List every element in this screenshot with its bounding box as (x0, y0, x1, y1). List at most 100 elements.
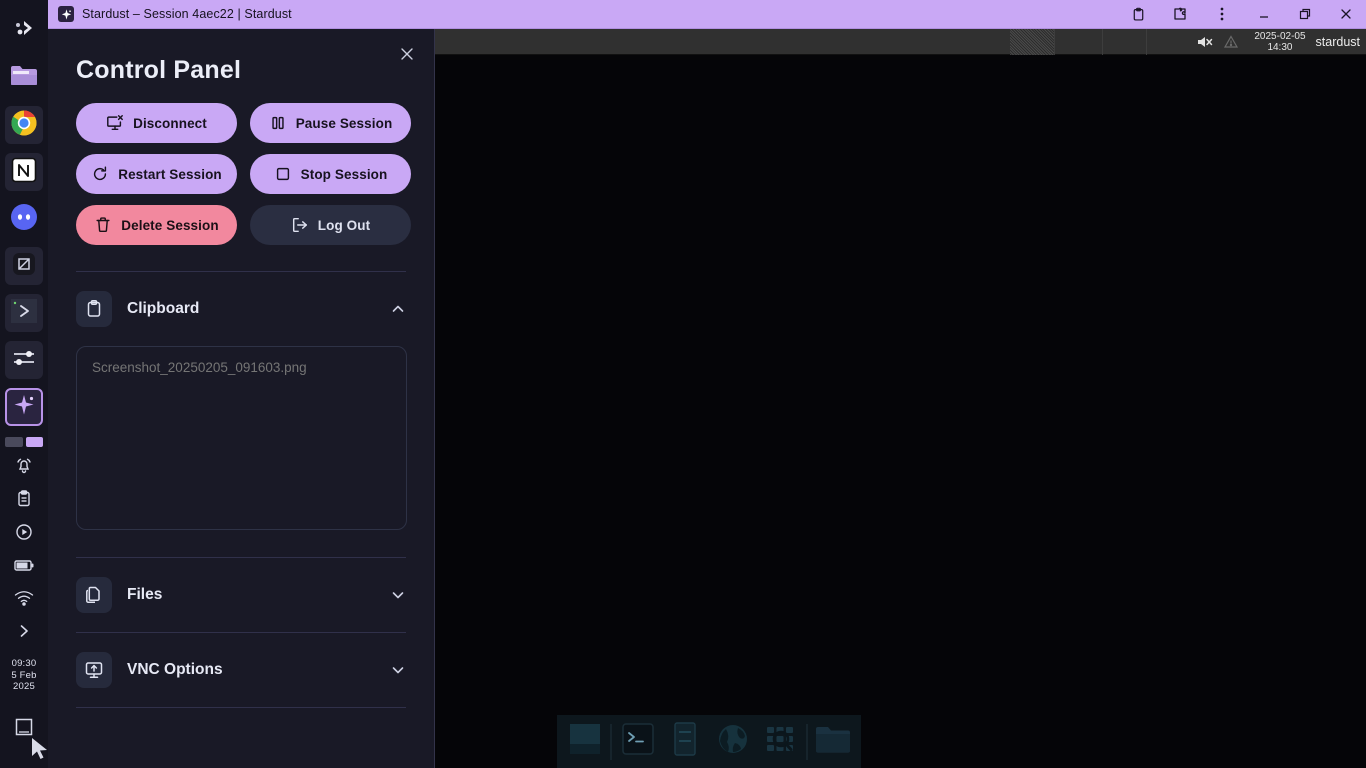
remote-topbar: 2025-02-05 14:30 stardust (435, 28, 1366, 55)
titlebar-extensions-button[interactable] (1159, 0, 1201, 29)
dock-item-obsidian[interactable] (5, 247, 43, 285)
remote-topbar-slot-1[interactable] (1054, 28, 1102, 55)
remote-clock[interactable]: 2025-02-05 14:30 (1244, 31, 1315, 53)
remote-topbar-slot-3[interactable] (1146, 28, 1192, 55)
tray-expand-icon (15, 622, 33, 645)
tray-battery[interactable] (5, 554, 43, 580)
app-search-icon (763, 722, 797, 761)
remote-user-label[interactable]: stardust (1316, 35, 1366, 49)
globe-browser-icon (716, 722, 750, 761)
control-panel: Control Panel Disconnect Pause Session R… (48, 29, 435, 768)
notifications-icon (14, 456, 34, 481)
dock-item-discord[interactable] (5, 200, 43, 238)
restart-session-button[interactable]: Restart Session (76, 154, 237, 194)
tray-clock-day: 5 Feb (11, 669, 37, 681)
media-player-icon (14, 522, 34, 547)
delete-session-button[interactable]: Delete Session (76, 205, 237, 245)
chevron-down-icon-vnc[interactable] (390, 662, 406, 678)
disconnect-label: Disconnect (133, 115, 207, 131)
pause-icon (269, 114, 287, 132)
dock-book[interactable] (664, 721, 707, 763)
dock-folder[interactable] (812, 721, 855, 763)
tray-separator (5, 436, 43, 448)
restart-session-label: Restart Session (118, 166, 222, 182)
window-titlebar[interactable]: Stardust – Session 4aec22 | Stardust (48, 0, 1366, 29)
titlebar-clipboard-button[interactable] (1117, 0, 1159, 29)
volume-muted-icon[interactable] (1192, 34, 1218, 50)
log-out-button[interactable]: Log Out (250, 205, 411, 245)
remote-dock (557, 715, 861, 768)
chevron-up-icon[interactable] (390, 301, 406, 317)
dock-app-search[interactable] (758, 721, 801, 763)
dock-item-settings[interactable] (5, 341, 43, 379)
book-app-icon (670, 721, 700, 762)
minimize-button[interactable] (1243, 0, 1284, 29)
discord-icon (9, 202, 39, 237)
obsidian-icon (11, 251, 37, 282)
left-dock: 09:30 5 Feb 2025 (0, 0, 48, 768)
kde-menu-icon (11, 16, 37, 47)
settings-icon (10, 345, 38, 376)
dock-item-file-manager[interactable] (5, 59, 43, 97)
warning-triangle-icon[interactable] (1218, 34, 1244, 50)
remote-clock-time: 14:30 (1267, 41, 1293, 53)
titlebar-more-menu-button[interactable] (1201, 0, 1243, 29)
tray-clock[interactable]: 09:30 5 Feb 2025 (11, 658, 36, 693)
dock-item-stardust[interactable] (5, 388, 43, 426)
tray-expand[interactable] (5, 620, 43, 646)
battery-icon (12, 556, 36, 579)
stardust-star-icon (58, 6, 74, 22)
tray-clipboard[interactable] (5, 488, 43, 514)
stop-session-button[interactable]: Stop Session (250, 154, 411, 194)
folder-app-icon (814, 723, 852, 760)
divider-bottom (76, 707, 406, 708)
dock-item-terminal[interactable] (5, 294, 43, 332)
page-title: Control Panel (76, 56, 242, 84)
dock-terminal[interactable] (616, 721, 659, 763)
tray-clock-time: 09:30 (11, 658, 37, 669)
pause-session-button[interactable]: Pause Session (250, 103, 411, 143)
app-tile-icon (568, 722, 602, 761)
dock-app-tile[interactable] (563, 721, 606, 763)
clipboard-tray-icon (14, 489, 34, 514)
stardust-icon (11, 392, 37, 423)
close-button[interactable] (1325, 0, 1366, 29)
section-header-files[interactable]: Files (76, 558, 406, 632)
dock-item-chrome[interactable] (5, 106, 43, 144)
window-title: Stardust – Session 4aec22 | Stardust (82, 7, 292, 21)
dock-item-kde-menu[interactable] (5, 12, 43, 50)
remote-desktop-view[interactable]: 2025-02-05 14:30 stardust (435, 28, 1366, 768)
chevron-down-icon[interactable] (390, 587, 406, 603)
tray-notifications[interactable] (5, 455, 43, 481)
disconnect-button[interactable]: Disconnect (76, 103, 237, 143)
copy-files-icon (76, 577, 112, 613)
trash-icon (94, 216, 112, 234)
terminal-icon (10, 298, 38, 329)
notion-icon (10, 156, 38, 189)
dock-item-notion[interactable] (5, 153, 43, 191)
terminal-app-icon (621, 722, 655, 761)
clipboard-icon (76, 291, 112, 327)
monitor-x-icon (106, 114, 124, 132)
section-label-clipboard: Clipboard (127, 300, 200, 317)
tray-media-player[interactable] (5, 521, 43, 547)
dock-browser[interactable] (711, 721, 754, 763)
tray-wifi[interactable] (5, 587, 43, 613)
wifi-icon (13, 589, 35, 612)
dock-divider-2 (805, 723, 808, 760)
section-header-clipboard[interactable]: Clipboard (76, 272, 406, 346)
panel-close-button[interactable] (396, 43, 418, 65)
log-out-label: Log Out (317, 217, 371, 233)
clipboard-input[interactable] (76, 346, 407, 530)
section-header-vnc-options[interactable]: VNC Options (76, 633, 406, 707)
section-label-files: Files (127, 586, 163, 603)
remote-topbar-slot-2[interactable] (1102, 28, 1146, 55)
session-actions: Disconnect Pause Session Restart Session (76, 103, 434, 245)
delete-session-label: Delete Session (121, 217, 219, 233)
maximize-button[interactable] (1284, 0, 1325, 29)
pause-session-label: Pause Session (295, 115, 393, 131)
section-label-vnc-options: VNC Options (127, 661, 223, 678)
stop-session-label: Stop Session (300, 166, 388, 182)
chrome-icon (10, 109, 38, 142)
dock-divider (610, 723, 613, 760)
